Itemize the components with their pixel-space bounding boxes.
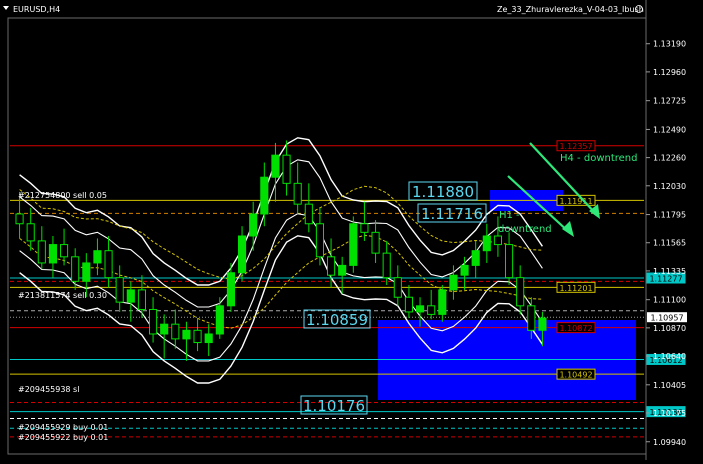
candle-body-13 <box>160 323 169 335</box>
big-label-3: 1.10859 <box>303 309 371 329</box>
candle-body-23 <box>271 154 280 178</box>
y-tick-label-4: 1.12260 <box>653 154 686 163</box>
candle-body-43 <box>493 235 502 246</box>
candle-body-47 <box>538 317 547 331</box>
candle-body-36 <box>416 305 425 313</box>
price-chart[interactable]: 1.123571.119111.112771.112011.108721.106… <box>0 0 703 460</box>
current-price-tag: 1.10957 <box>650 314 683 323</box>
candle-body-41 <box>471 250 480 266</box>
candle-body-15 <box>182 329 191 340</box>
candle-body-25 <box>293 182 302 205</box>
big-label-2-text: 1.11716 <box>421 205 483 223</box>
y-tick-label-9: 1.11100 <box>653 296 686 305</box>
candle-body-16 <box>193 329 202 344</box>
candle-body-42 <box>482 235 491 252</box>
level-tag-6: 1.10492 <box>559 371 592 380</box>
candle-body-2 <box>37 240 46 264</box>
candle-body-24 <box>282 154 291 184</box>
y-tick-label-2: 1.12725 <box>653 97 686 106</box>
candle-body-33 <box>382 252 391 279</box>
candle-body-29 <box>338 264 347 276</box>
candle-body-34 <box>393 277 402 298</box>
order-label-sl: #209455938 sl <box>18 385 79 394</box>
big-label-1-text: 1.11880 <box>412 183 474 201</box>
y-tick-label-0: 1.13190 <box>653 40 686 49</box>
order-label-sell-030: #213811574 sell 0.30 <box>18 291 107 300</box>
candle-body-3 <box>48 244 57 264</box>
y-tick-label-11: 1.10640 <box>653 352 686 361</box>
big-label-1: 1.11880 <box>408 181 478 201</box>
big-label-3-text: 1.10859 <box>306 311 368 329</box>
candle-body-26 <box>304 203 313 225</box>
candle-body-38 <box>438 289 447 315</box>
candle-body-8 <box>104 250 113 279</box>
chart-window[interactable]: 1.12357 1.11911 1.11277 1.11201 1.10872 1.106… <box>0 0 703 460</box>
candle-body-18 <box>215 305 224 335</box>
candle-body-28 <box>327 256 336 276</box>
indicator-title: Ze_33_Zhuravlerezka_V-04-03_Ibush <box>497 5 644 14</box>
candle-body-40 <box>460 264 469 276</box>
candle-body-46 <box>527 305 536 331</box>
candle-body-45 <box>516 277 525 307</box>
candle-body-35 <box>404 296 413 313</box>
symbol-title: EURUSD,H4 <box>13 5 60 14</box>
level-tag-3: 1.11201 <box>559 284 592 293</box>
candle-body-12 <box>149 308 158 335</box>
y-tick-label-10: 1.10870 <box>653 324 686 333</box>
y-tick-label-7: 1.11565 <box>653 239 686 248</box>
candle-body-11 <box>137 289 146 310</box>
order-label-sell-005: #212754800 sell 0.05 <box>18 191 107 200</box>
candle-body-21 <box>249 213 258 237</box>
order-label-buy-1: #209455929 buy 0.01 <box>18 423 108 432</box>
candle-body-27 <box>315 223 324 258</box>
candle-body-22 <box>260 176 269 215</box>
candle-body-44 <box>505 244 514 279</box>
candle-body-39 <box>449 274 458 291</box>
ma-dotted-lower <box>19 234 543 329</box>
candle-body-7 <box>93 250 102 264</box>
candle-body-1 <box>26 223 35 242</box>
candle-body-0 <box>15 213 24 225</box>
candle-body-31 <box>360 223 369 233</box>
candle-body-14 <box>171 323 180 340</box>
demand-zone-lower <box>378 320 636 400</box>
candle-body-17 <box>204 333 213 344</box>
candle-body-6 <box>82 262 91 282</box>
candle-body-32 <box>371 231 380 254</box>
y-tick-label-5: 1.12030 <box>653 182 686 191</box>
candle-body-19 <box>226 272 235 307</box>
candle-body-5 <box>71 256 80 282</box>
candle-body-4 <box>60 244 69 258</box>
h4-trend-label: H4 - downtrend <box>560 153 637 164</box>
level-tag-4: 1.10872 <box>559 324 592 333</box>
y-tick-label-13: 1.10175 <box>653 409 686 418</box>
candle-body-37 <box>427 305 436 315</box>
candle-body-10 <box>126 289 135 303</box>
level-tag-0: 1.12357 <box>559 142 592 151</box>
y-tick-label-14: 1.09940 <box>653 438 686 447</box>
y-tick-label-8: 1.11335 <box>653 267 686 276</box>
y-tick-label-6: 1.11795 <box>653 211 686 220</box>
y-tick-label-1: 1.12960 <box>653 68 686 77</box>
candle-body-20 <box>238 235 247 274</box>
big-label-4-text: 1.10176 <box>303 397 365 415</box>
big-label-2: 1.11716 <box>417 203 487 223</box>
menu-triangle-icon[interactable] <box>3 6 9 10</box>
candle-body-30 <box>349 223 358 266</box>
y-tick-label-3: 1.12490 <box>653 125 686 134</box>
big-label-4: 1.10176 <box>300 395 368 415</box>
order-label-buy-2: #209455922 buy 0.01 <box>18 433 108 442</box>
candle-body-9 <box>115 277 124 303</box>
y-tick-label-12: 1.10405 <box>653 381 686 390</box>
